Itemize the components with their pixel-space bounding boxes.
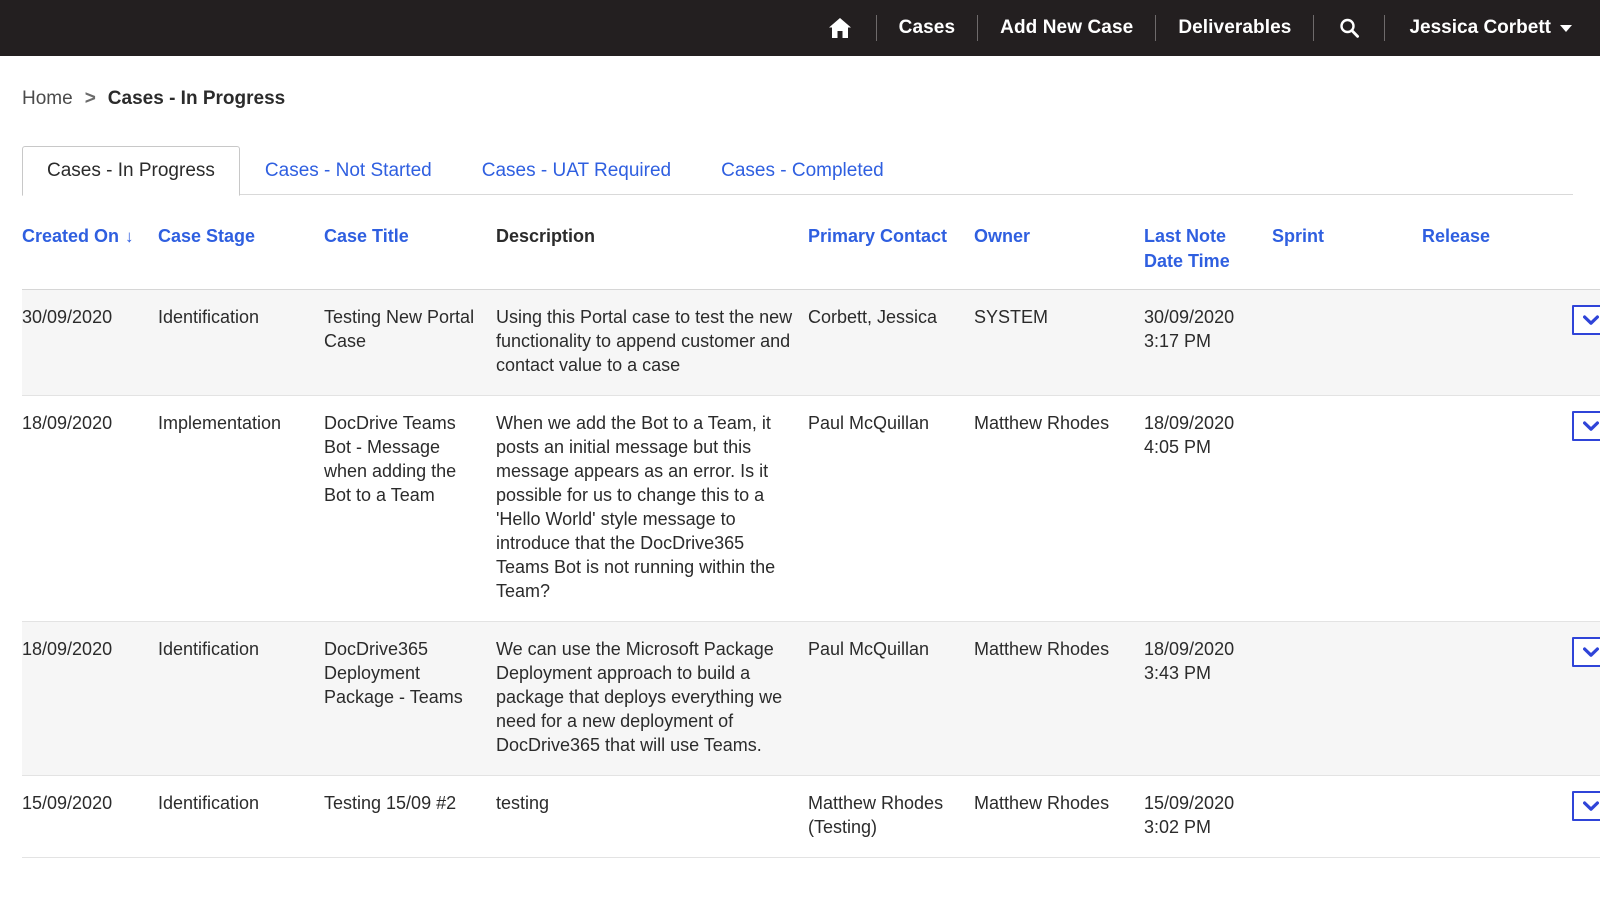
cell-case-title: Testing New Portal Case — [324, 289, 496, 396]
cell-case-stage: Identification — [158, 621, 324, 776]
breadcrumb: Home > Cases - In Progress — [0, 56, 1600, 110]
cell-case-title: DocDrive365 Deployment Package - Teams — [324, 621, 496, 776]
app-root: Cases Add New Case Deliverables Jessica … — [0, 0, 1600, 900]
table-body: 30/09/2020 Identification Testing New Po… — [22, 289, 1600, 858]
cell-last-note-date-time: 18/09/2020 4:05 PM — [1144, 395, 1272, 622]
table-header: Created On ↓ Case Stage Case Title Descri… — [22, 224, 1600, 290]
user-menu[interactable]: Jessica Corbett — [1385, 17, 1572, 39]
cell-primary-contact: Paul McQuillan — [808, 395, 974, 622]
column-header-description: Description — [496, 224, 808, 290]
nav-item-cases[interactable]: Cases — [877, 0, 978, 56]
cases-table-container: Created On ↓ Case Stage Case Title Descri… — [22, 224, 1600, 858]
cell-release — [1422, 289, 1550, 396]
cell-description: Using this Portal case to test the new f… — [496, 289, 808, 396]
cell-actions — [1550, 775, 1600, 858]
cell-actions — [1550, 395, 1600, 622]
cell-description: When we add the Bot to a Team, it posts … — [496, 395, 808, 622]
chevron-down-icon — [1583, 646, 1599, 657]
search-icon — [1340, 18, 1360, 38]
column-header-sprint[interactable]: Sprint — [1272, 224, 1422, 290]
cell-actions — [1550, 289, 1600, 396]
row-actions-dropdown-button[interactable] — [1572, 637, 1600, 667]
cell-created-on[interactable]: 30/09/2020 — [22, 289, 158, 396]
table-header-row: Created On ↓ Case Stage Case Title Descri… — [22, 224, 1600, 290]
column-header-case-stage[interactable]: Case Stage — [158, 224, 324, 290]
column-header-release[interactable]: Release — [1422, 224, 1550, 290]
cell-created-on[interactable]: 18/09/2020 — [22, 395, 158, 622]
tab-cases-not-started[interactable]: Cases - Not Started — [240, 146, 457, 195]
column-header-actions — [1550, 224, 1600, 290]
home-button[interactable] — [804, 0, 876, 56]
cell-primary-contact: Corbett, Jessica — [808, 289, 974, 396]
sort-descending-icon: ↓ — [125, 227, 134, 246]
cell-created-on[interactable]: 15/09/2020 — [22, 775, 158, 858]
cell-last-note-date-time: 30/09/2020 3:17 PM — [1144, 289, 1272, 396]
chevron-down-icon — [1583, 800, 1599, 811]
chevron-down-icon — [1583, 314, 1599, 325]
column-header-last-note-date-time[interactable]: Last Note Date Time — [1144, 224, 1272, 290]
search-button[interactable] — [1314, 0, 1384, 56]
nav-item-add-new-case[interactable]: Add New Case — [978, 0, 1155, 56]
tab-bar-underline — [22, 194, 1573, 195]
cell-case-stage: Identification — [158, 289, 324, 396]
tab-cases-in-progress[interactable]: Cases - In Progress — [22, 146, 240, 196]
cell-release — [1422, 775, 1550, 858]
cell-description: We can use the Microsoft Package Deploym… — [496, 621, 808, 776]
row-actions-dropdown-button[interactable] — [1572, 411, 1600, 441]
cell-sprint — [1272, 395, 1422, 622]
cases-table: Created On ↓ Case Stage Case Title Descri… — [22, 224, 1600, 858]
row-actions-dropdown-button[interactable] — [1572, 791, 1600, 821]
cell-case-stage: Identification — [158, 775, 324, 858]
breadcrumb-home-link[interactable]: Home — [22, 88, 73, 110]
breadcrumb-current-page: Cases - In Progress — [107, 88, 286, 109]
cell-actions — [1550, 621, 1600, 776]
column-header-created-on[interactable]: Created On ↓ — [22, 224, 158, 290]
column-header-created-on-label: Created On — [22, 226, 120, 246]
cell-owner: SYSTEM — [974, 289, 1144, 396]
tab-list: Cases - In Progress Cases - Not Started … — [22, 146, 1600, 196]
top-navigation-bar: Cases Add New Case Deliverables Jessica … — [0, 0, 1600, 56]
table-row: 15/09/2020 Identification Testing 15/09 … — [22, 775, 1600, 858]
nav-items: Cases Add New Case Deliverables Jessica … — [804, 0, 1572, 56]
home-icon — [828, 18, 851, 38]
table-row: 18/09/2020 Identification DocDrive365 De… — [22, 621, 1600, 776]
column-header-case-title[interactable]: Case Title — [324, 224, 496, 290]
cell-last-note-date-time: 18/09/2020 3:43 PM — [1144, 621, 1272, 776]
cell-sprint — [1272, 289, 1422, 396]
tab-bar: Cases - In Progress Cases - Not Started … — [0, 146, 1600, 196]
tab-cases-completed[interactable]: Cases - Completed — [696, 146, 909, 195]
cell-owner: Matthew Rhodes — [974, 395, 1144, 622]
user-name-label: Jessica Corbett — [1409, 17, 1551, 38]
column-header-primary-contact[interactable]: Primary Contact — [808, 224, 974, 290]
cell-description: testing — [496, 775, 808, 858]
caret-down-icon — [1560, 24, 1572, 32]
nav-item-deliverables[interactable]: Deliverables — [1156, 0, 1313, 56]
cell-primary-contact: Matthew Rhodes (Testing) — [808, 775, 974, 858]
cell-sprint — [1272, 621, 1422, 776]
column-header-owner[interactable]: Owner — [974, 224, 1144, 290]
cell-last-note-date-time: 15/09/2020 3:02 PM — [1144, 775, 1272, 858]
cell-primary-contact: Paul McQuillan — [808, 621, 974, 776]
table-row: 18/09/2020 Implementation DocDrive Teams… — [22, 395, 1600, 622]
breadcrumb-separator: > — [84, 88, 96, 109]
cell-owner: Matthew Rhodes — [974, 775, 1144, 858]
cell-release — [1422, 621, 1550, 776]
row-actions-dropdown-button[interactable] — [1572, 305, 1600, 335]
tab-cases-uat-required[interactable]: Cases - UAT Required — [457, 146, 696, 195]
table-row: 30/09/2020 Identification Testing New Po… — [22, 289, 1600, 396]
cell-created-on[interactable]: 18/09/2020 — [22, 621, 158, 776]
cell-case-title: Testing 15/09 #2 — [324, 775, 496, 858]
cell-release — [1422, 395, 1550, 622]
cell-case-title: DocDrive Teams Bot - Message when adding… — [324, 395, 496, 622]
cell-owner: Matthew Rhodes — [974, 621, 1144, 776]
chevron-down-icon — [1583, 420, 1599, 431]
cell-case-stage: Implementation — [158, 395, 324, 622]
cell-sprint — [1272, 775, 1422, 858]
